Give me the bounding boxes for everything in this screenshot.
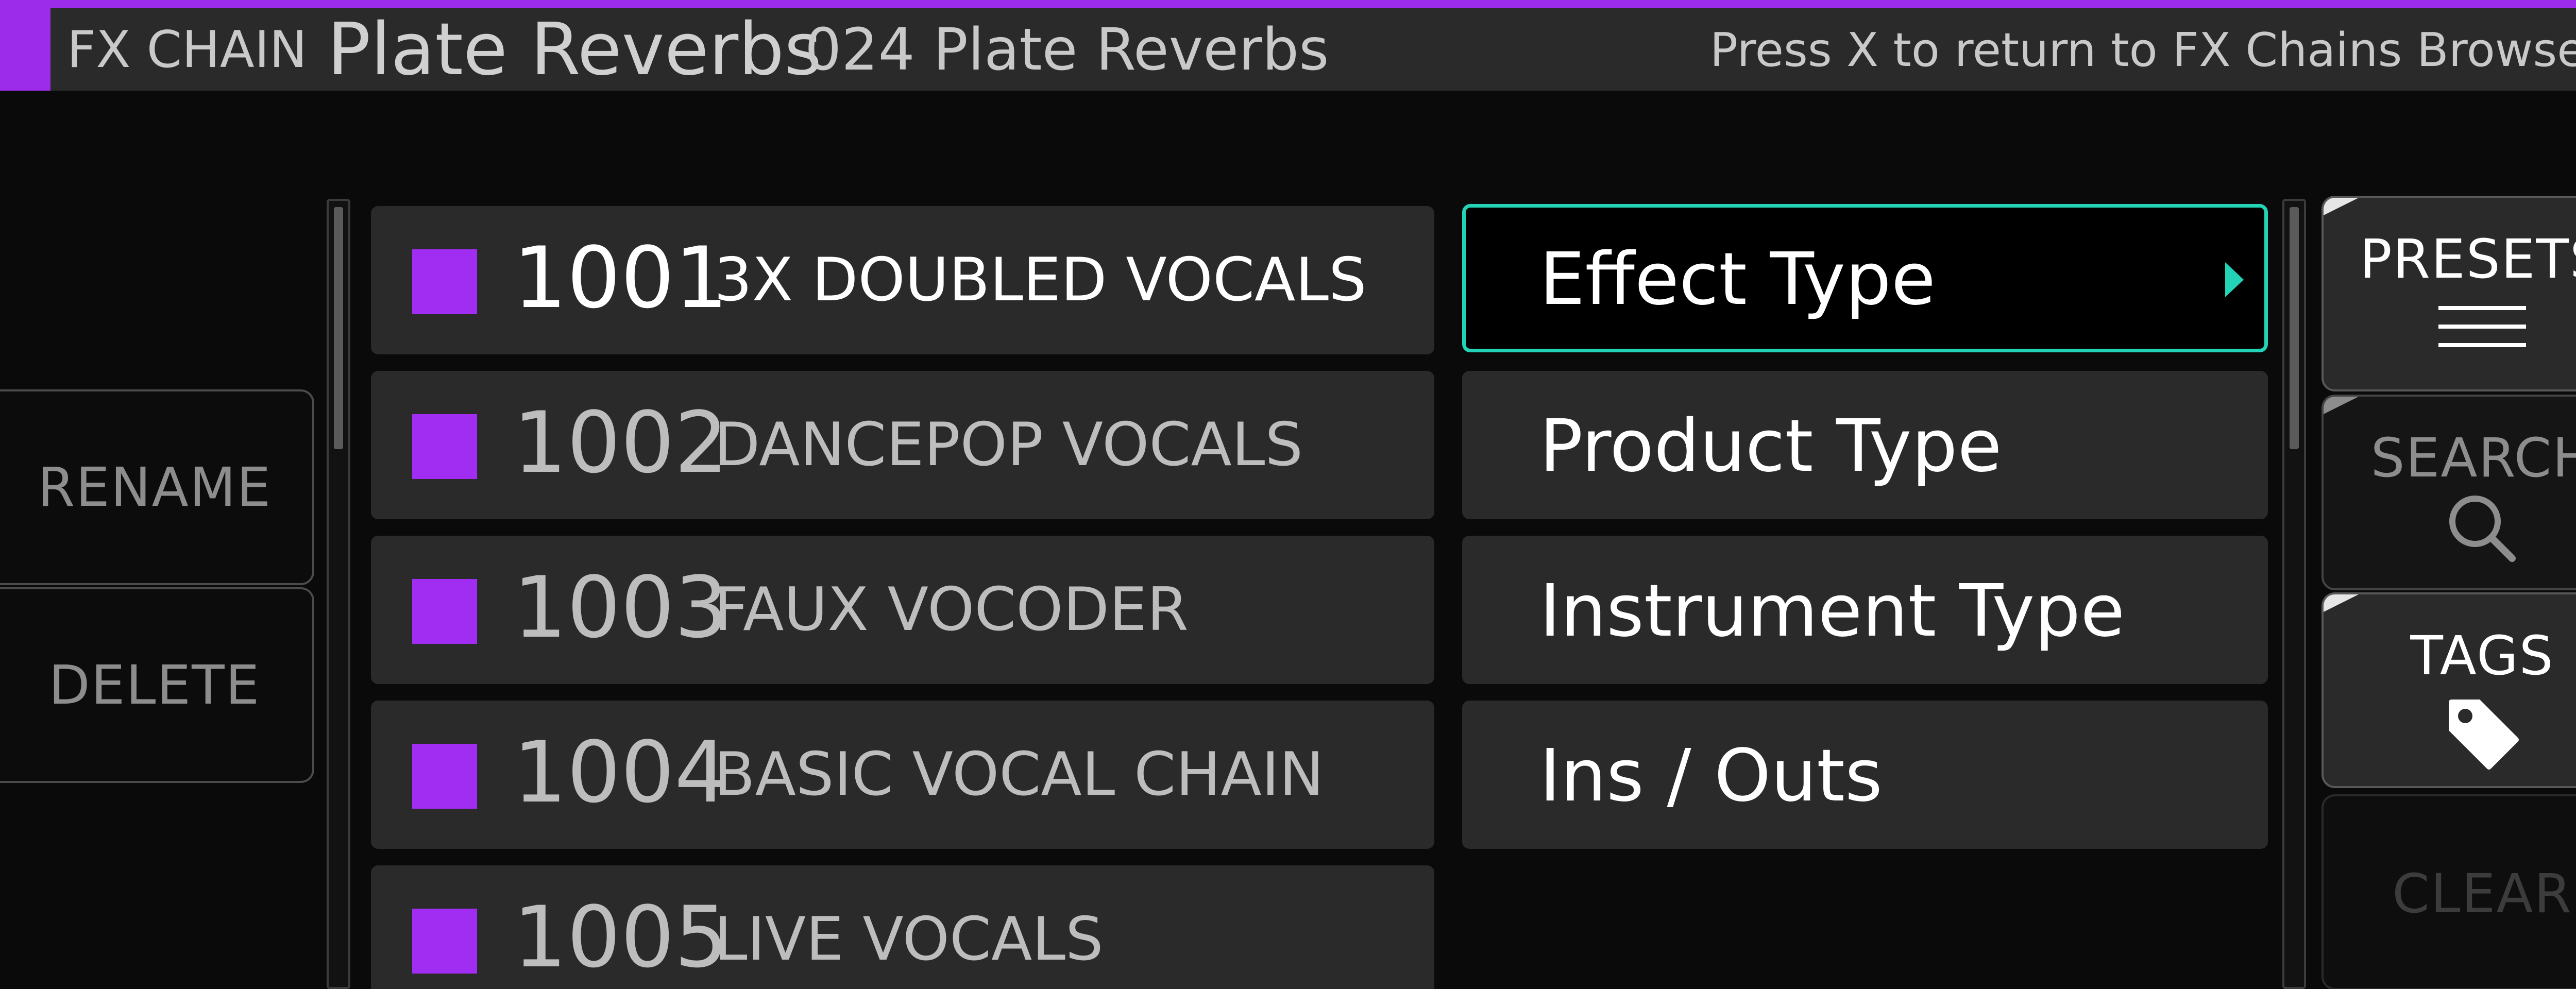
tag-category-label: Effect Type xyxy=(1539,237,1936,321)
tag-list-scrollbar[interactable] xyxy=(2282,199,2306,989)
tag-category-ins-outs[interactable]: Ins / Outs xyxy=(1462,701,2268,849)
page-subtitle: 024 Plate Reverbs xyxy=(805,16,1329,83)
tab-corner-marker xyxy=(2324,198,2363,216)
rename-button[interactable]: RENAME xyxy=(0,389,314,585)
preset-color-swatch xyxy=(412,579,477,644)
preset-number: 1001 xyxy=(513,229,728,327)
preset-row-1002[interactable]: 1002 DANCEPOP VOCALS xyxy=(371,371,1434,519)
preset-color-swatch xyxy=(412,744,477,809)
tag-category-label: Instrument Type xyxy=(1539,569,2125,653)
preset-row-1001[interactable]: 1001 3X DOUBLED VOCALS xyxy=(371,206,1434,354)
presets-tab-label: PRESETS xyxy=(2360,228,2576,291)
header-color-tab xyxy=(0,8,50,91)
page-title: Plate Reverbs xyxy=(327,8,822,92)
top-accent-line xyxy=(0,0,2576,8)
search-tab[interactable]: SEARCH xyxy=(2321,395,2576,590)
tags-tab-label: TAGS xyxy=(2410,624,2554,687)
tag-category-effect-type[interactable]: Effect Type xyxy=(1462,204,2268,352)
return-hint: Press X to return to FX Chains Browser. xyxy=(1709,23,2576,77)
preset-name: DANCEPOP VOCALS xyxy=(714,410,1303,480)
preset-number: 1004 xyxy=(513,723,728,822)
chevron-right-icon xyxy=(2225,262,2244,297)
search-tab-label: SEARCH xyxy=(2370,427,2576,489)
preset-row-1005[interactable]: 1005 LIVE VOCALS xyxy=(371,865,1434,989)
rename-label: RENAME xyxy=(37,456,272,519)
tab-corner-marker xyxy=(2324,594,2363,613)
tag-icon xyxy=(2449,700,2519,770)
preset-name: BASIC VOCAL CHAIN xyxy=(714,740,1324,809)
magnifier-icon xyxy=(2449,496,2516,562)
preset-color-swatch xyxy=(412,249,477,314)
preset-color-swatch xyxy=(412,909,477,974)
tag-category-product-type[interactable]: Product Type xyxy=(1462,371,2268,519)
preset-name: LIVE VOCALS xyxy=(714,905,1104,974)
tag-category-label: Ins / Outs xyxy=(1539,734,1883,818)
preset-name: 3X DOUBLED VOCALS xyxy=(714,245,1367,315)
delete-button[interactable]: DELETE xyxy=(0,587,314,783)
preset-number: 1002 xyxy=(513,394,728,492)
header-bar: FX CHAIN Plate Reverbs 024 Plate Reverbs… xyxy=(0,8,2576,91)
tag-list-scroll-thumb[interactable] xyxy=(2290,207,2299,449)
tags-tab[interactable]: TAGS xyxy=(2321,592,2576,788)
delete-label: DELETE xyxy=(48,654,261,717)
clear-button[interactable]: CLEAR xyxy=(2321,794,2576,989)
preset-name: FAUX VOCODER xyxy=(714,575,1189,644)
preset-row-1004[interactable]: 1004 BASIC VOCAL CHAIN xyxy=(371,701,1434,849)
tab-corner-marker xyxy=(2324,397,2363,415)
clear-label: CLEAR xyxy=(2392,862,2572,925)
section-label: FX CHAIN xyxy=(67,21,308,79)
preset-list-scrollbar[interactable] xyxy=(327,199,350,989)
preset-row-1003[interactable]: 1003 FAUX VOCODER xyxy=(371,536,1434,684)
list-icon xyxy=(2438,306,2526,347)
tag-category-label: Product Type xyxy=(1539,404,2002,488)
preset-number: 1003 xyxy=(513,558,728,657)
presets-tab[interactable]: PRESETS xyxy=(2321,196,2576,391)
preset-number: 1005 xyxy=(513,888,728,986)
preset-list-scroll-thumb[interactable] xyxy=(334,207,343,449)
tag-category-instrument-type[interactable]: Instrument Type xyxy=(1462,536,2268,684)
preset-color-swatch xyxy=(412,414,477,479)
